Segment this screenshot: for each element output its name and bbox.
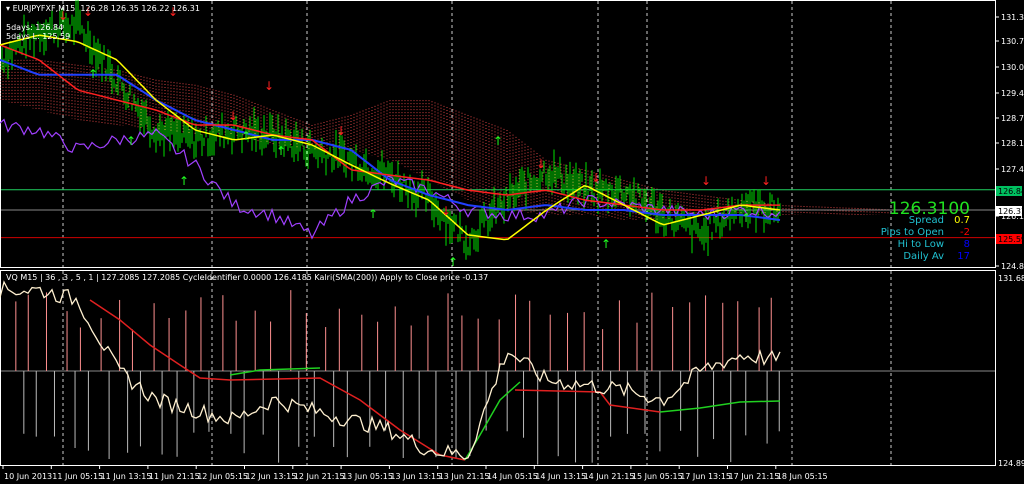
sell-arrow-icon: ↓ xyxy=(536,157,546,171)
info-label: Pips to Open xyxy=(880,227,944,238)
time-tick-label: 17 Jun 21:15 xyxy=(729,472,780,481)
info-row: Spread 0.7 xyxy=(909,215,970,226)
sell-arrow-icon: ↓ xyxy=(336,124,346,138)
time-tick-label: 12 Jun 05:15 xyxy=(197,472,248,481)
time-tick-label: 13 Jun 13:15 xyxy=(390,472,441,481)
buy-arrow-icon: ↑ xyxy=(179,174,189,188)
sub-window-frame xyxy=(0,270,996,466)
info-value: -2 xyxy=(960,227,970,238)
buy-arrow-icon: ↑ xyxy=(448,255,458,269)
chart-header: ▾ EURJPYFXF,M15 126.28 126.35 126.22 126… xyxy=(6,4,200,13)
time-tick-label: 11 Jun 21:15 xyxy=(149,472,200,481)
price-tick-label: 124.85 xyxy=(1001,262,1024,271)
info-label: Daily Av xyxy=(903,251,944,262)
price-tick-label: 128.10 xyxy=(1001,139,1024,148)
time-tick-label: 12 Jun 13:15 xyxy=(246,472,297,481)
buy-arrow-icon: ↑ xyxy=(493,134,503,148)
price-marker-label: 126.31 xyxy=(998,207,1024,216)
info-row: Pips to Open -2 xyxy=(881,227,970,238)
time-tick-label: 11 Jun 05:15 xyxy=(52,472,103,481)
sub-window-header: VQ M15 | 36 , 3 , 5 , 1 | 127.2085 127.2… xyxy=(6,273,489,282)
info-label: Spread xyxy=(908,215,944,226)
buy-arrow-icon: ↑ xyxy=(88,67,98,81)
price-tick-label: 130.70 xyxy=(1001,37,1024,46)
kalri-red-line xyxy=(514,389,661,413)
price-tick-label: 130.05 xyxy=(1001,63,1024,72)
info-value: 17 xyxy=(957,251,970,262)
time-tick-label: 14 Jun 13:15 xyxy=(535,472,586,481)
time-tick-label: 14 Jun 21:15 xyxy=(584,472,635,481)
price-tick-label: 127.45 xyxy=(1001,165,1024,174)
buy-arrow-icon: ↑ xyxy=(741,211,751,225)
sell-arrow-icon: ↓ xyxy=(701,174,711,188)
time-tick-label: 17 Jun 13:15 xyxy=(680,472,731,481)
price-tick-label: 131.35 xyxy=(1001,13,1024,22)
time-tick-label: 18 Jun 05:15 xyxy=(777,472,828,481)
price-marker-label: 125.59 xyxy=(998,235,1024,244)
sub-axis-min: 124.8905 xyxy=(998,459,1024,468)
info-row: Hi to Low 8 xyxy=(898,239,970,250)
sell-arrow-icon: ↓ xyxy=(264,79,274,93)
time-tick-label: 15 Jun 05:15 xyxy=(632,472,683,481)
five-days-high-label: 5days: 126.84 xyxy=(6,23,64,32)
sell-arrow-icon: ↓ xyxy=(441,204,451,218)
kalri-green-line xyxy=(659,400,781,413)
buy-arrow-icon: ↑ xyxy=(601,237,611,251)
info-row: Daily Av 17 xyxy=(903,251,970,262)
price-chart[interactable]: ↓↓↓↓↓↓↓↓↓↓↓↑↑↑↑↑↑↑↑↑↑131.35130.70130.051… xyxy=(0,0,1024,484)
kalri-green-line xyxy=(464,381,521,461)
five-days-low-label: 5days L: 125.59 xyxy=(6,32,71,41)
price-tick-label: 128.75 xyxy=(1001,114,1024,123)
buy-arrow-icon: ↑ xyxy=(241,129,251,143)
dropdown-icon[interactable]: ▾ xyxy=(6,4,10,13)
time-tick-label: 14 Jun 05:15 xyxy=(487,472,538,481)
sell-arrow-icon: ↓ xyxy=(761,174,771,188)
sell-arrow-icon: ↓ xyxy=(591,171,601,185)
time-tick-label: 12 Jun 21:15 xyxy=(294,472,345,481)
kalri-red-line xyxy=(89,299,466,461)
info-value: 0.7 xyxy=(954,215,970,226)
time-tick-label: 13 Jun 21:15 xyxy=(439,472,490,481)
time-tick-label: 11 Jun 13:15 xyxy=(101,472,152,481)
info-label: Hi to Low xyxy=(897,239,944,250)
buy-arrow-icon: ↑ xyxy=(368,207,378,221)
price-marker-label: 126.84 xyxy=(998,187,1024,196)
price-tick-label: 129.40 xyxy=(1001,89,1024,98)
buy-arrow-icon: ↑ xyxy=(276,144,286,158)
buy-arrow-icon: ↑ xyxy=(126,134,136,148)
time-tick-label: 10 Jun 2013 xyxy=(4,472,52,481)
time-tick-label: 13 Jun 05:15 xyxy=(342,472,393,481)
sell-arrow-icon: ↓ xyxy=(228,109,238,123)
info-value: 8 xyxy=(963,239,970,250)
sub-axis-max: 131.6845 xyxy=(998,274,1024,283)
